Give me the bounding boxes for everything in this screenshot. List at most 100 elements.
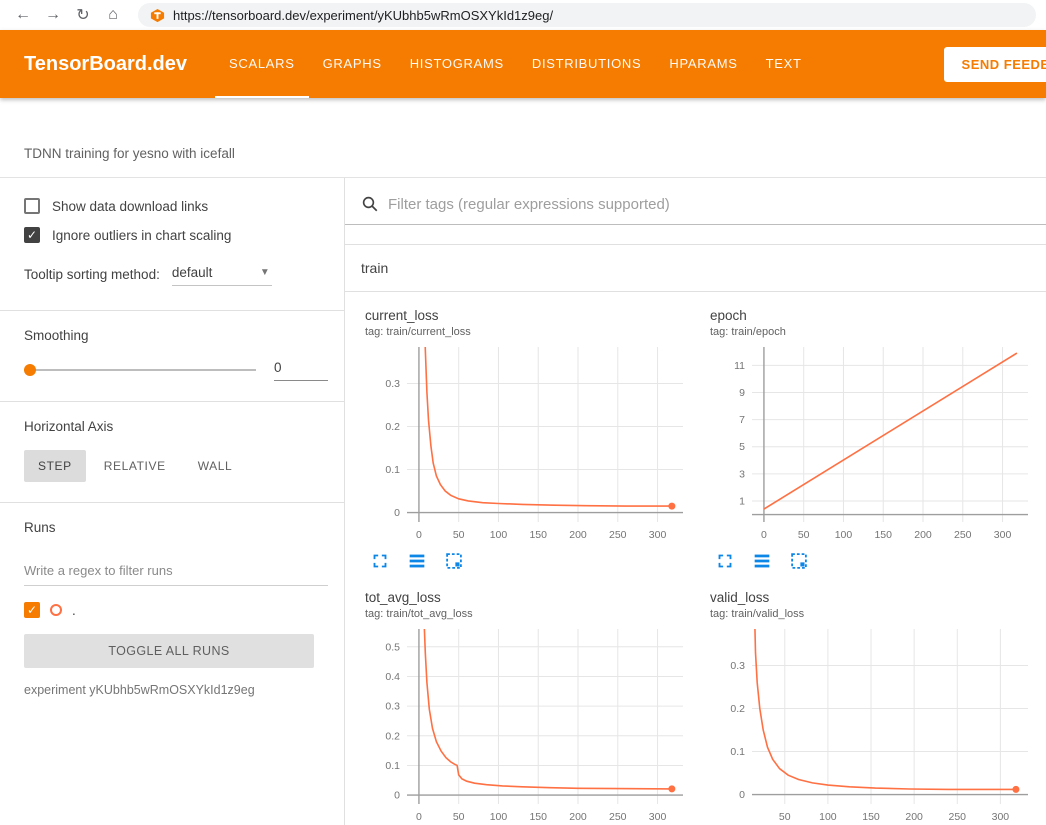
- forward-icon[interactable]: →: [40, 2, 66, 28]
- svg-text:300: 300: [649, 529, 667, 541]
- app-header: TensorBoard.dev SCALARS GRAPHS HISTOGRAM…: [0, 30, 1046, 98]
- nav-tabs: SCALARS GRAPHS HISTOGRAMS DISTRIBUTIONS …: [215, 30, 816, 98]
- tot-avg-loss-chart[interactable]: 00.10.20.30.40.5050100150200250300: [357, 624, 689, 825]
- horizontal-axis-label: Horizontal Axis: [24, 419, 328, 434]
- svg-text:250: 250: [949, 811, 967, 823]
- ignore-outliers-checkbox[interactable]: ✓: [24, 227, 40, 243]
- svg-text:100: 100: [835, 529, 853, 541]
- svg-text:300: 300: [649, 811, 667, 823]
- smoothing-slider[interactable]: [24, 369, 256, 371]
- run-name: .: [72, 603, 76, 618]
- tab-scalars[interactable]: SCALARS: [215, 30, 309, 98]
- scalars-main-panel: train current_loss tag: train/current_lo…: [345, 178, 1046, 825]
- axis-relative-button[interactable]: RELATIVE: [90, 450, 180, 482]
- settings-sidebar: Show data download links ✓ Ignore outlie…: [0, 178, 345, 825]
- tooltip-sorting-dropdown[interactable]: default ▼: [172, 263, 272, 286]
- ignore-outliers-row[interactable]: ✓ Ignore outliers in chart scaling: [24, 227, 328, 243]
- svg-text:50: 50: [453, 529, 465, 541]
- chart-card-epoch: epoch tag: train/epoch 13579110501001502…: [702, 308, 1046, 584]
- svg-text:0: 0: [739, 789, 745, 801]
- valid-loss-chart[interactable]: 00.10.20.350100150200250300: [702, 624, 1034, 825]
- tab-histograms[interactable]: HISTOGRAMS: [396, 30, 518, 98]
- fit-domain-icon[interactable]: [788, 550, 810, 572]
- chart-tag: tag: train/tot_avg_loss: [357, 608, 702, 620]
- toggle-all-runs-button[interactable]: TOGGLE ALL RUNS: [24, 634, 314, 668]
- show-download-links-checkbox[interactable]: [24, 198, 40, 214]
- tab-graphs[interactable]: GRAPHS: [309, 30, 396, 98]
- train-group-card: train current_loss tag: train/current_lo…: [345, 244, 1046, 825]
- fullscreen-icon[interactable]: [714, 550, 736, 572]
- svg-text:200: 200: [905, 811, 923, 823]
- train-group-header[interactable]: train: [345, 245, 1046, 292]
- svg-text:0.3: 0.3: [385, 378, 400, 390]
- svg-text:0.5: 0.5: [385, 641, 400, 653]
- svg-text:0.1: 0.1: [385, 464, 400, 476]
- search-icon: [361, 195, 379, 213]
- brand-title: TensorBoard.dev: [0, 53, 215, 76]
- show-download-links-row[interactable]: Show data download links: [24, 198, 328, 214]
- tab-hparams[interactable]: HPARAMS: [655, 30, 751, 98]
- address-bar[interactable]: https://tensorboard.dev/experiment/yKUbh…: [138, 3, 1036, 27]
- svg-text:100: 100: [490, 811, 508, 823]
- data-table-icon[interactable]: [751, 550, 773, 572]
- svg-text:100: 100: [490, 529, 508, 541]
- run-row[interactable]: ✓ .: [24, 602, 328, 618]
- svg-text:200: 200: [569, 811, 587, 823]
- svg-text:0: 0: [416, 811, 422, 823]
- fullscreen-icon[interactable]: [369, 550, 391, 572]
- fit-domain-icon[interactable]: [443, 550, 465, 572]
- svg-text:150: 150: [529, 529, 547, 541]
- svg-text:150: 150: [529, 811, 547, 823]
- chart-tag: tag: train/valid_loss: [702, 608, 1046, 620]
- tab-text[interactable]: TEXT: [752, 30, 816, 98]
- home-icon[interactable]: ⌂: [100, 2, 126, 28]
- chart-card-valid-loss: valid_loss tag: train/valid_loss 0 0.1 0.2…: [702, 590, 1046, 825]
- svg-text:300: 300: [994, 529, 1012, 541]
- back-icon[interactable]: ←: [10, 2, 36, 28]
- chart-tag: tag: train/epoch: [702, 326, 1046, 338]
- ignore-outliers-label: Ignore outliers in chart scaling: [52, 228, 231, 243]
- send-feedback-button[interactable]: SEND FEEDBACK: [944, 47, 1046, 82]
- smoothing-slider-thumb[interactable]: [24, 364, 36, 376]
- axis-step-button[interactable]: STEP: [24, 450, 86, 482]
- current-loss-chart[interactable]: 00.10.20.3050100150200250300: [357, 342, 689, 548]
- show-download-links-label: Show data download links: [52, 199, 208, 214]
- svg-text:0.3: 0.3: [385, 701, 400, 713]
- chevron-down-icon: ▼: [260, 267, 270, 278]
- runs-filter-input[interactable]: [24, 555, 328, 586]
- svg-text:0.2: 0.2: [730, 703, 745, 715]
- svg-text:100: 100: [819, 811, 837, 823]
- svg-text:0.2: 0.2: [385, 421, 400, 433]
- svg-text:250: 250: [609, 529, 627, 541]
- svg-text:150: 150: [862, 811, 880, 823]
- data-table-icon[interactable]: [406, 550, 428, 572]
- url-text: https://tensorboard.dev/experiment/yKUbh…: [173, 8, 553, 23]
- svg-text:11: 11: [734, 360, 745, 372]
- svg-text:0.1: 0.1: [385, 760, 400, 772]
- svg-text:7: 7: [739, 414, 745, 426]
- browser-toolbar: ← → ↻ ⌂ https://tensorboard.dev/experime…: [0, 0, 1046, 30]
- run-checkbox[interactable]: ✓: [24, 602, 40, 618]
- svg-text:0.3: 0.3: [730, 660, 745, 672]
- svg-text:0: 0: [761, 529, 767, 541]
- axis-wall-button[interactable]: WALL: [184, 450, 247, 482]
- chart-title: valid_loss: [702, 590, 1046, 605]
- chart-title: tot_avg_loss: [357, 590, 702, 605]
- svg-text:1: 1: [739, 495, 745, 507]
- svg-text:300: 300: [992, 811, 1010, 823]
- experiment-title: TDNN training for yesno with icefall: [0, 98, 1046, 178]
- tooltip-sorting-label: Tooltip sorting method:: [24, 267, 160, 282]
- smoothing-value-field[interactable]: 0: [274, 359, 328, 381]
- epoch-chart[interactable]: 1357911050100150200250300: [702, 342, 1034, 548]
- run-color-swatch: [50, 604, 62, 616]
- chart-card-tot-avg-loss: tot_avg_loss tag: train/tot_avg_loss 0 0.…: [357, 590, 702, 825]
- tab-distributions[interactable]: DISTRIBUTIONS: [518, 30, 656, 98]
- svg-text:0.1: 0.1: [730, 746, 745, 758]
- svg-text:150: 150: [874, 529, 892, 541]
- filter-tags-input[interactable]: [388, 196, 1030, 213]
- reload-icon[interactable]: ↻: [70, 2, 96, 28]
- svg-text:5: 5: [739, 441, 745, 453]
- svg-text:0.2: 0.2: [385, 730, 400, 742]
- smoothing-label: Smoothing: [24, 328, 328, 343]
- svg-text:0: 0: [394, 790, 400, 802]
